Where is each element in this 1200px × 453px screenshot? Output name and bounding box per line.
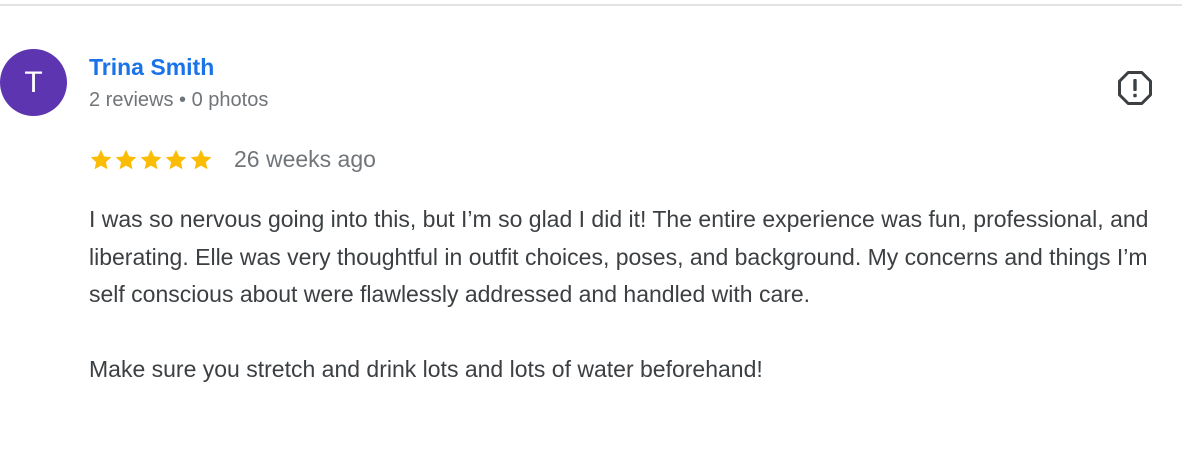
review-date: 26 weeks ago	[234, 146, 376, 172]
divider	[0, 4, 1182, 6]
report-review-button[interactable]	[1117, 70, 1153, 106]
review-paragraph: I was so nervous going into this, but I’…	[89, 206, 1149, 307]
review-paragraph: Make sure you stretch and drink lots and…	[89, 356, 763, 382]
review-card: T Trina Smith 2 reviews • 0 photos 26 we…	[0, 0, 1200, 453]
reviewer-name-link[interactable]: Trina Smith	[89, 54, 214, 81]
star-rating	[89, 148, 213, 172]
star-icon	[140, 149, 162, 169]
star-icon	[190, 149, 212, 169]
star-icon	[115, 149, 137, 169]
reviewer-meta: 2 reviews • 0 photos	[89, 89, 269, 111]
report-flag-icon	[1118, 71, 1152, 105]
avatar-initial: T	[24, 65, 43, 99]
review-text: I was so nervous going into this, but I’…	[89, 201, 1169, 389]
avatar[interactable]: T	[0, 49, 67, 116]
rating-row: 26 weeks ago	[89, 146, 376, 173]
star-icon	[165, 149, 187, 169]
star-icon	[90, 149, 112, 169]
